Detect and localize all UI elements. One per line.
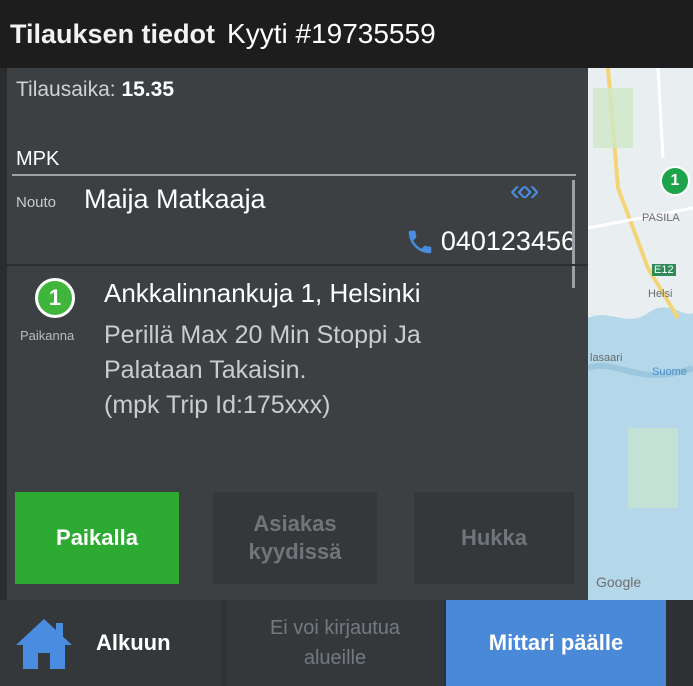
panel-edge (0, 68, 7, 600)
home-label: Alkuun (96, 630, 171, 655)
bottom-edge (666, 600, 693, 686)
cannot-login-line1: Ei voi kirjautua (269, 617, 401, 639)
stop-address: Ankkalinnankuja 1, Helsinki (104, 278, 421, 308)
no-show-button[interactable]: Hukka (414, 492, 574, 584)
map-stop-marker[interactable]: 1 (660, 166, 690, 196)
phone-number[interactable]: 040123456 (441, 226, 576, 257)
note-line: (mpk Trip Id:175xxx) (104, 391, 331, 419)
order-time-label: Tilausaika: (16, 78, 116, 101)
note-line: Palataan Takaisin. (104, 356, 307, 384)
order-time-value: 15.35 (121, 78, 175, 101)
home-button[interactable]: Alkuun (0, 600, 222, 686)
stop-status-label: Paikanna (20, 328, 75, 343)
section-divider (7, 264, 588, 266)
arrived-button[interactable]: Paikalla (15, 492, 179, 584)
map-label: PASILA (642, 212, 680, 224)
page-title: Tilauksen tiedot (10, 18, 216, 49)
double-chevron-icon[interactable]: «» (510, 174, 539, 208)
customer-onboard-line2: kyydissä (248, 539, 342, 564)
stop-note: Perillä Max 20 Min Stoppi Ja Palataan Ta… (104, 318, 574, 423)
customer-name: MPK (16, 148, 60, 170)
map-view[interactable]: Helsi Suome lasaari PASILA E12 1 Google (588, 68, 693, 600)
customer-onboard-button[interactable]: Asiakas kyydissä (213, 492, 377, 584)
divider (12, 174, 576, 176)
note-line: Perillä Max 20 Min Stoppi Ja (104, 321, 421, 349)
map-road-label: E12 (652, 264, 676, 276)
home-icon (16, 619, 72, 669)
order-time: Tilausaika: 15.35 (16, 78, 174, 102)
map-label: lasaari (590, 352, 623, 364)
phone-link[interactable]: 040123456 (405, 226, 576, 257)
top-bar: Tilauksen tiedot Kyyti #19735559 (0, 0, 693, 68)
phone-icon (408, 230, 432, 253)
map-label: Suome (652, 366, 687, 378)
pickup-label: Nouto (16, 194, 57, 211)
order-details-panel: Tilausaika: 15.35 MPK Nouto Maija Matkaa… (0, 68, 588, 600)
cannot-login-zones-button[interactable]: Ei voi kirjautua alueille (226, 600, 444, 686)
google-attribution: Google (596, 574, 642, 590)
passenger-name: Maija Matkaaja (84, 184, 266, 214)
map-label: Helsi (648, 288, 673, 300)
map-graphic (588, 68, 693, 600)
stop-number-badge: 1 (35, 278, 75, 318)
bottom-bar: Alkuun Ei voi kirjautua alueille Mittari… (0, 600, 693, 686)
ride-id: Kyyti #19735559 (227, 18, 436, 49)
scrollbar[interactable] (572, 180, 575, 288)
customer-onboard-line1: Asiakas (253, 511, 337, 536)
cannot-login-line2: alueille (303, 647, 367, 669)
meter-on-button[interactable]: Mittari päälle (446, 600, 666, 686)
